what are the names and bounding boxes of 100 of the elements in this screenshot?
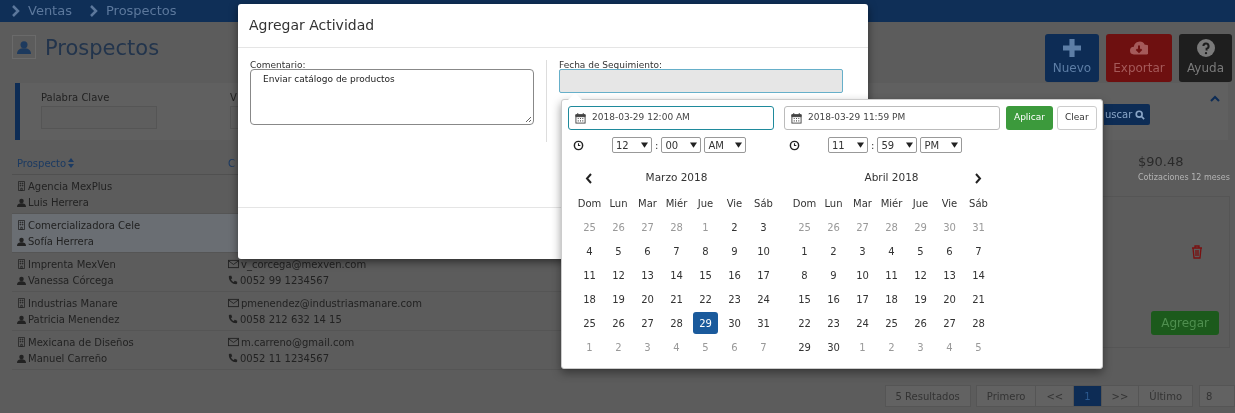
chevron-icon [87, 5, 98, 17]
calendar-day[interactable]: 10 [850, 264, 875, 286]
contact-name: Sofía Herrera [28, 234, 94, 249]
calendar-day[interactable]: 1 [792, 240, 817, 262]
calendar-day[interactable]: 8 [792, 264, 817, 286]
calendar-day[interactable]: 27 [937, 312, 962, 334]
apply-button[interactable]: Aplicar [1006, 106, 1054, 130]
field-label: Palabra Clave [41, 92, 111, 104]
weekday-label: Sáb [968, 196, 989, 211]
calendar-day[interactable]: 24 [850, 312, 875, 334]
weekday-label: Dom [791, 196, 818, 211]
trash-icon [1191, 245, 1203, 259]
calendar-day[interactable]: 13 [635, 264, 660, 286]
calendar-day[interactable]: 17 [751, 264, 776, 286]
calendar-day[interactable]: 16 [722, 264, 747, 286]
weekday-label: Mar [637, 196, 658, 211]
calendar-day[interactable]: 30 [821, 336, 846, 358]
person-icon [17, 40, 31, 54]
email-text: pmenendez@industriasmanare.com [241, 296, 422, 311]
calendar-day[interactable]: 26 [606, 312, 631, 334]
calendar-day[interactable]: 8 [693, 240, 718, 262]
calendar-day[interactable]: 3 [751, 216, 776, 238]
calendar-day[interactable]: 4 [577, 240, 602, 262]
calendar-day[interactable]: 10 [751, 240, 776, 262]
sort-icon [68, 158, 75, 168]
calendar-day[interactable]: 30 [722, 312, 747, 334]
calendar-day[interactable]: 6 [937, 240, 962, 262]
summary-caption: Cotizaciones 12 meses [1138, 171, 1230, 184]
calendar-day[interactable]: 2 [722, 216, 747, 238]
calendar-day[interactable]: 4 [879, 240, 904, 262]
calendar-day[interactable]: 12 [908, 264, 933, 286]
comment-textarea[interactable]: Enviar catálogo de productos [250, 69, 534, 125]
time-select[interactable]: AM [704, 137, 747, 153]
phone-text: 0052 99 1234567 [240, 273, 330, 288]
calendar-day[interactable]: 23 [821, 312, 846, 334]
time-select[interactable]: 12 [612, 137, 652, 153]
help-icon [1196, 39, 1215, 57]
calendar-day[interactable]: 27 [635, 312, 660, 334]
mail-icon [228, 298, 239, 308]
calendar-day[interactable]: 3 [850, 240, 875, 262]
calendar-day[interactable]: 22 [792, 312, 817, 334]
calendar-day[interactable]: 11 [577, 264, 602, 286]
calendar-day[interactable]: 6 [635, 240, 660, 262]
next-month-icon [974, 173, 982, 184]
calendar-day[interactable]: 28 [966, 312, 991, 334]
dropdown-caret-icon [735, 142, 743, 148]
date-input[interactable]: 2018-03-29 11:59 PM [784, 106, 1000, 130]
calendar-day[interactable]: 14 [664, 264, 689, 286]
email-text: m.carreno@gmail.com [241, 335, 355, 350]
calendar-day[interactable]: 7 [664, 240, 689, 262]
building-icon [17, 258, 26, 270]
calendar-day[interactable]: 14 [966, 264, 991, 286]
chevron-icon [10, 5, 20, 17]
person-icon [17, 353, 26, 363]
month-title: Abril 2018 [864, 170, 919, 186]
calendar-day[interactable]: 5 [908, 240, 933, 262]
calendar-day[interactable]: 31 [751, 312, 776, 334]
calendar-day[interactable]: 29 [792, 336, 817, 358]
cloud-download-icon [1130, 39, 1148, 57]
building-icon [17, 219, 26, 231]
page-title: Prospectos [45, 35, 160, 61]
contact-name: Patricia Menendez [28, 312, 120, 327]
weekday-label: Vie [725, 196, 744, 211]
time-select[interactable]: 59 [877, 137, 918, 153]
phone-text: 0052 11 1234567 [240, 351, 330, 366]
contact-name: Manuel Carreño [28, 351, 108, 366]
calendar-day[interactable]: 2 [821, 240, 846, 262]
weekday-label: Lun [608, 196, 629, 211]
calendar-day[interactable]: 11 [879, 264, 904, 286]
field-label: Fecha de Seguimiento: [559, 60, 664, 71]
previous-month-icon [585, 173, 593, 184]
person-icon [17, 197, 26, 207]
calendar-day[interactable]: 9 [821, 264, 846, 286]
search-icon [1135, 109, 1146, 120]
dropdown-caret-icon [690, 142, 698, 148]
calendar-day[interactable]: 7 [966, 240, 991, 262]
action-button[interactable]: Ayuda [1179, 34, 1232, 82]
field-label: Comentario: [250, 60, 307, 71]
date-field[interactable] [559, 69, 843, 93]
date-input[interactable]: 2018-03-29 12:00 AM [568, 106, 774, 130]
calendar-day[interactable]: 9 [722, 240, 747, 262]
clear-button[interactable]: Clear [1057, 106, 1097, 130]
search-button[interactable]: uscar [1104, 104, 1151, 125]
time-select[interactable]: 11 [828, 137, 868, 153]
weekday-label: Lun [823, 196, 844, 211]
dropdown-caret-icon [641, 142, 648, 148]
calendar-day[interactable]: 26 [908, 312, 933, 334]
calendar-day[interactable]: 5 [606, 240, 631, 262]
calendar-day[interactable]: 25 [577, 312, 602, 334]
time-select[interactable]: 00 [661, 137, 702, 153]
calendar-day[interactable]: 25 [879, 312, 904, 334]
calendar-day[interactable]: 13 [937, 264, 962, 286]
time-select[interactable]: PM [920, 137, 963, 153]
calendar-day[interactable]: 15 [693, 264, 718, 286]
calendar-day[interactable]: 29 [693, 312, 718, 334]
calendar-day[interactable]: 12 [606, 264, 631, 286]
calendar-icon [791, 112, 802, 124]
contact-name: Luis Herrera [28, 195, 89, 210]
calendar-day[interactable]: 28 [664, 312, 689, 334]
company-name: Comercializadora Cele [28, 218, 141, 233]
